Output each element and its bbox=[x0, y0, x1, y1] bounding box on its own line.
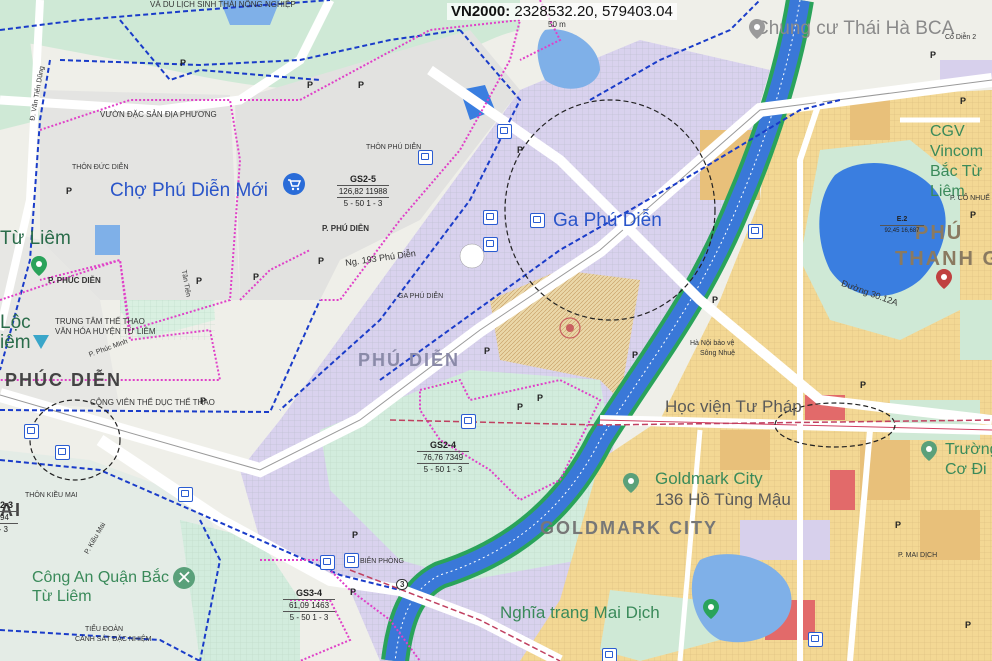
location-pin-icon[interactable] bbox=[918, 440, 940, 462]
loc-label: Lộc bbox=[0, 312, 31, 333]
bus-stop-icon[interactable] bbox=[808, 632, 823, 647]
parking-icon: P bbox=[930, 50, 937, 60]
bus-stop-icon[interactable] bbox=[530, 213, 545, 228]
trung-tam-label: TRUNG TÂM THỂ THAO bbox=[55, 317, 145, 326]
nghia-trang-label[interactable]: Nghĩa trang Mai Dịch bbox=[500, 603, 660, 623]
block-info-gs3-4[interactable]: GS3-4 61,09 1463 5 - 50 1 - 3 bbox=[283, 588, 335, 623]
parking-icon: P bbox=[307, 80, 314, 90]
location-pin-icon[interactable] bbox=[746, 18, 768, 40]
bus-stop-icon[interactable] bbox=[55, 445, 70, 460]
block-info-e2[interactable]: E.2 92,45 16,687 bbox=[880, 214, 924, 237]
phu-dien-area-label: PHÚ DIỄN bbox=[358, 350, 461, 370]
parking-icon: P bbox=[895, 520, 902, 530]
parking-icon: P bbox=[517, 402, 524, 412]
ga-phu-dien-small-label: GA PHÚ DIỄN bbox=[398, 293, 444, 300]
top-strip-label: VÀ DU LỊCH SINH THÁI NÔNG NGHIỆP bbox=[150, 0, 296, 9]
thon-phu-dien-label: THÔN PHÚ DIỄN bbox=[366, 144, 422, 151]
block-info-gs2-5[interactable]: GS2-5 126,82 11988 5 - 50 1 - 3 bbox=[337, 174, 389, 209]
ga-phu-dien-label[interactable]: Ga Phú Diễn bbox=[553, 210, 662, 232]
parking-icon: P bbox=[66, 186, 73, 196]
cho-label[interactable]: Chợ Phú Diễn Mới bbox=[110, 180, 268, 202]
parking-icon: P bbox=[712, 295, 719, 305]
parking-icon: P bbox=[970, 210, 977, 220]
location-pin-icon[interactable] bbox=[933, 268, 955, 290]
bus-stop-icon[interactable] bbox=[178, 487, 193, 502]
chung-cu-label[interactable]: Chung cư Thái Hà BCA bbox=[755, 18, 954, 40]
parking-icon: P bbox=[180, 58, 187, 68]
coordinate-readout: VN2000: 2328532.20, 579403.04 bbox=[447, 3, 677, 20]
block-info-gs2-3[interactable]: GS2-3 4094 1 - 3 bbox=[0, 500, 18, 535]
goldmark-area-label: GOLDMARK CITY bbox=[540, 518, 718, 538]
co-dien-label: Cổ Diễn 2 bbox=[945, 34, 977, 41]
truong-label[interactable]: Trường Cơ Đi bbox=[945, 440, 992, 480]
police-icon[interactable] bbox=[172, 566, 196, 590]
bus-stop-icon[interactable] bbox=[483, 237, 498, 252]
shopping-cart-icon[interactable] bbox=[282, 172, 306, 196]
block-info-gs2-4[interactable]: GS2-4 76,76 7349 5 - 50 1 - 3 bbox=[417, 440, 469, 475]
bus-stop-icon[interactable] bbox=[418, 150, 433, 165]
bus-stop-icon[interactable] bbox=[461, 414, 476, 429]
scale-label: 50 m bbox=[548, 20, 566, 29]
bus-stop-icon[interactable] bbox=[602, 648, 617, 661]
van-hoa-label: VĂN HÓA HUYỆN TỪ LIÊM bbox=[55, 327, 156, 336]
bus-stop-icon[interactable] bbox=[497, 124, 512, 139]
hoc-vien-label[interactable]: Học viện Tư Pháp bbox=[665, 397, 802, 417]
thon-kieu-mai-label: THÔN KIỀU MAI bbox=[25, 492, 78, 499]
parking-icon: P bbox=[350, 587, 357, 597]
bien-road-label: BIÊN PHÒNG bbox=[360, 558, 404, 565]
bus-stop-icon[interactable] bbox=[24, 424, 39, 439]
p-mai-dich-label: P. MAI DỊCH bbox=[898, 552, 938, 559]
parking-icon: P bbox=[965, 620, 972, 630]
parking-icon: P bbox=[960, 96, 967, 106]
cong-an-label[interactable]: Công An Quận Bắc Từ Liêm bbox=[32, 568, 172, 606]
vuon-label: VƯỜN ĐẶC SẢN ĐỊA PHƯƠNG bbox=[100, 110, 217, 119]
location-pin-icon[interactable] bbox=[28, 255, 50, 277]
parking-icon: P bbox=[860, 380, 867, 390]
cgv-label[interactable]: CGV Vincom Bắc Từ Liêm bbox=[930, 122, 992, 202]
parking-icon: P bbox=[484, 346, 491, 356]
canh-sat-label: CẢNH SÁT ĐẶC NHIỆM bbox=[75, 636, 152, 643]
tu-liem-label: Từ Liêm bbox=[0, 228, 71, 249]
map-canvas[interactable]: VN2000: 2328532.20, 579403.04 VÀ DU LỊCH… bbox=[0, 0, 992, 661]
parking-icon: P bbox=[537, 393, 544, 403]
liem-label: iêm bbox=[0, 332, 31, 353]
parking-icon: P bbox=[632, 350, 639, 360]
p-co-nhue-label: P. CỔ NHUẾ bbox=[950, 195, 990, 202]
bus-stop-icon[interactable] bbox=[748, 224, 763, 239]
ha-noi-bao-ve-label: Hà Nội bảo vệ bbox=[690, 340, 735, 347]
bus-stop-icon[interactable] bbox=[344, 553, 359, 568]
p-phu-dien-label: P. PHÚ DIỄN bbox=[322, 224, 369, 233]
thon-duc-dien-label: THÔN ĐỨC DIỄN bbox=[72, 164, 129, 171]
goldmark-label[interactable]: Goldmark City bbox=[655, 469, 763, 489]
phuc-dien-area-label: PHÚC DIỄN bbox=[5, 370, 123, 390]
location-pin-icon[interactable] bbox=[620, 472, 642, 494]
parking-icon: P bbox=[318, 256, 325, 266]
location-pin-icon[interactable] bbox=[700, 598, 722, 620]
ho-tung-mau-label: 136 Hồ Tùng Mậu bbox=[655, 490, 791, 509]
parking-icon: P bbox=[196, 276, 203, 286]
parking-icon: P bbox=[358, 80, 365, 90]
song-nhue-label: Sông Nhuệ bbox=[700, 350, 736, 357]
parking-icon: P bbox=[200, 396, 207, 406]
parking-icon: P bbox=[253, 272, 260, 282]
parking-icon: P bbox=[352, 530, 359, 540]
sports-center-icon[interactable] bbox=[30, 330, 52, 352]
p-phuc-dien-label: P. PHÚC DIỄN bbox=[48, 276, 101, 285]
bus-stop-icon[interactable] bbox=[320, 555, 335, 570]
tieu-doan-label: TIỂU ĐOÀN bbox=[85, 626, 124, 633]
cong-vien-label: CÔNG VIÊN THỂ DỤC THỂ THAO bbox=[90, 398, 215, 407]
bus-stop-icon[interactable] bbox=[483, 210, 498, 225]
parking-icon: P bbox=[517, 145, 524, 155]
